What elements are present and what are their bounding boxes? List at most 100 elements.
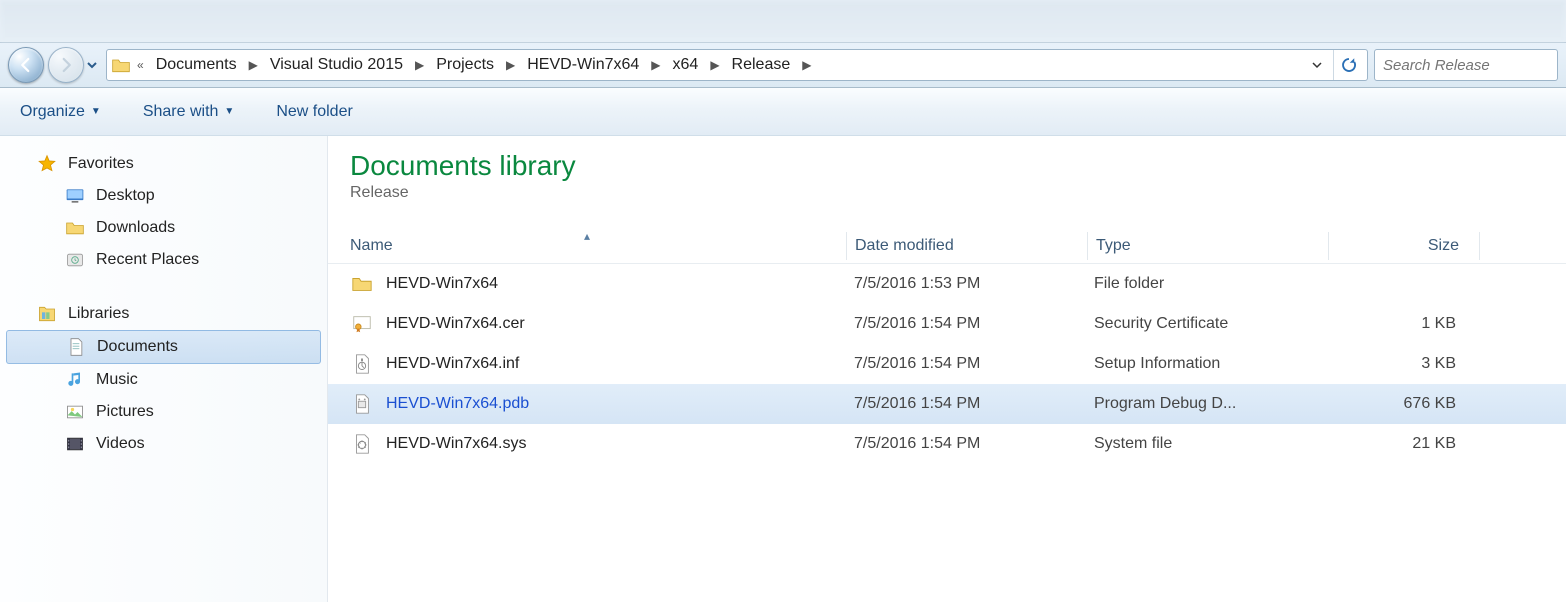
breadcrumb-item[interactable]: Release	[726, 54, 797, 76]
column-size-label: Size	[1428, 237, 1459, 255]
folder-icon	[64, 217, 86, 239]
sort-ascending-icon: ▴	[584, 229, 590, 243]
sidebar-item-label: Downloads	[96, 219, 175, 237]
file-name: HEVD-Win7x64	[386, 275, 846, 293]
file-date: 7/5/2016 1:53 PM	[846, 275, 1086, 293]
file-type: File folder	[1086, 275, 1326, 293]
libraries-header[interactable]: Libraries	[0, 298, 327, 330]
chevron-right-icon[interactable]: ▶	[706, 58, 723, 72]
file-type-icon	[350, 312, 374, 336]
breadcrumb-item[interactable]: HEVD-Win7x64	[521, 54, 645, 76]
sidebar-item-downloads[interactable]: Downloads	[0, 212, 327, 244]
column-separator[interactable]	[1479, 232, 1480, 260]
sidebar-item-label: Music	[96, 371, 138, 389]
search-input[interactable]	[1383, 57, 1549, 74]
sidebar-item-videos[interactable]: Videos	[0, 428, 327, 460]
file-type: System file	[1086, 435, 1326, 453]
library-header: Documents library Release	[328, 150, 1566, 202]
share-with-button[interactable]: Share with ▼	[143, 103, 235, 121]
column-date-label: Date modified	[855, 237, 954, 255]
file-type: Program Debug D...	[1086, 395, 1326, 413]
chevron-right-icon[interactable]: ▶	[411, 58, 428, 72]
sidebar-item-label: Documents	[97, 338, 178, 356]
chevron-right-icon[interactable]: ▶	[798, 58, 815, 72]
breadcrumb-root-chevron[interactable]: «	[133, 58, 148, 72]
breadcrumb-item[interactable]: Documents	[150, 54, 243, 76]
window-titlebar-blur	[0, 0, 1566, 42]
videos-icon	[64, 433, 86, 455]
favorites-label: Favorites	[68, 155, 134, 173]
sidebar-item-pictures[interactable]: Pictures	[0, 396, 327, 428]
file-size: 3 KB	[1326, 355, 1476, 373]
sidebar-item-music[interactable]: Music	[0, 364, 327, 396]
arrow-left-icon	[17, 56, 35, 74]
chevron-down-icon: ▼	[91, 106, 101, 117]
sidebar-item-recent[interactable]: Recent Places	[0, 244, 327, 276]
sidebar-item-label: Videos	[96, 435, 145, 453]
breadcrumb-item[interactable]: x64	[667, 54, 705, 76]
chevron-right-icon[interactable]: ▶	[647, 58, 664, 72]
column-type-label: Type	[1096, 237, 1131, 255]
desktop-icon	[64, 185, 86, 207]
chevron-down-icon: ▼	[224, 106, 234, 117]
organize-button[interactable]: Organize ▼	[20, 103, 101, 121]
library-subtitle: Release	[350, 184, 1566, 202]
file-size: 1 KB	[1326, 315, 1476, 333]
address-history-button[interactable]	[1311, 59, 1329, 71]
columns-header: ▴ Name Date modified Type Size	[328, 228, 1566, 264]
file-name: HEVD-Win7x64.sys	[386, 435, 846, 453]
chevron-right-icon[interactable]: ▶	[502, 58, 519, 72]
forward-button[interactable]	[48, 47, 84, 83]
pictures-icon	[64, 401, 86, 423]
chevron-down-icon	[86, 59, 98, 71]
chevron-right-icon[interactable]: ▶	[245, 58, 262, 72]
search-box[interactable]	[1374, 49, 1558, 81]
address-bar[interactable]: « Documents ▶ Visual Studio 2015 ▶ Proje…	[106, 49, 1368, 81]
column-header-size[interactable]: Size	[1329, 237, 1479, 255]
nav-buttons	[8, 47, 100, 83]
file-row[interactable]: HEVD-Win7x647/5/2016 1:53 PMFile folder	[328, 264, 1566, 304]
file-row[interactable]: HEVD-Win7x64.cer7/5/2016 1:54 PMSecurity…	[328, 304, 1566, 344]
share-label: Share with	[143, 103, 219, 121]
newfolder-label: New folder	[276, 103, 352, 121]
recent-icon	[64, 249, 86, 271]
column-header-date[interactable]: Date modified	[847, 237, 1087, 255]
file-name: HEVD-Win7x64.inf	[386, 355, 846, 373]
folder-icon	[111, 55, 131, 75]
favorites-group: Favorites Desktop Downloads Recent Place…	[0, 148, 327, 276]
navigation-pane: Favorites Desktop Downloads Recent Place…	[0, 136, 328, 602]
file-size: 21 KB	[1326, 435, 1476, 453]
refresh-icon	[1340, 56, 1358, 74]
file-date: 7/5/2016 1:54 PM	[846, 435, 1086, 453]
libraries-group: Libraries Documents Music Pictures	[0, 298, 327, 460]
arrow-right-icon	[57, 56, 75, 74]
recent-locations-button[interactable]	[84, 59, 100, 71]
new-folder-button[interactable]: New folder	[276, 103, 352, 121]
address-bar-end	[1311, 50, 1363, 80]
breadcrumb-item[interactable]: Projects	[430, 54, 500, 76]
column-header-type[interactable]: Type	[1088, 237, 1328, 255]
file-name: HEVD-Win7x64.pdb	[386, 395, 846, 413]
file-type-icon	[350, 392, 374, 416]
file-row[interactable]: HEVD-Win7x64.sys7/5/2016 1:54 PMSystem f…	[328, 424, 1566, 464]
back-button[interactable]	[8, 47, 44, 83]
refresh-button[interactable]	[1333, 50, 1363, 80]
file-type: Setup Information	[1086, 355, 1326, 373]
column-header-name[interactable]: ▴ Name	[328, 237, 846, 255]
sidebar-item-documents[interactable]: Documents	[6, 330, 321, 364]
star-icon	[36, 153, 58, 175]
chevron-down-icon	[1311, 59, 1323, 71]
file-row[interactable]: HEVD-Win7x64.pdb7/5/2016 1:54 PMProgram …	[328, 384, 1566, 424]
sidebar-item-label: Desktop	[96, 187, 155, 205]
music-icon	[64, 369, 86, 391]
column-name-label: Name	[350, 237, 393, 255]
sidebar-item-desktop[interactable]: Desktop	[0, 180, 327, 212]
file-list: HEVD-Win7x647/5/2016 1:53 PMFile folderH…	[328, 264, 1566, 464]
toolbar: Organize ▼ Share with ▼ New folder	[0, 88, 1566, 136]
favorites-header[interactable]: Favorites	[0, 148, 327, 180]
content-pane: Documents library Release ▴ Name Date mo…	[328, 136, 1566, 602]
file-date: 7/5/2016 1:54 PM	[846, 355, 1086, 373]
breadcrumb-item[interactable]: Visual Studio 2015	[264, 54, 409, 76]
sidebar-item-label: Recent Places	[96, 251, 199, 269]
file-row[interactable]: HEVD-Win7x64.inf7/5/2016 1:54 PMSetup In…	[328, 344, 1566, 384]
